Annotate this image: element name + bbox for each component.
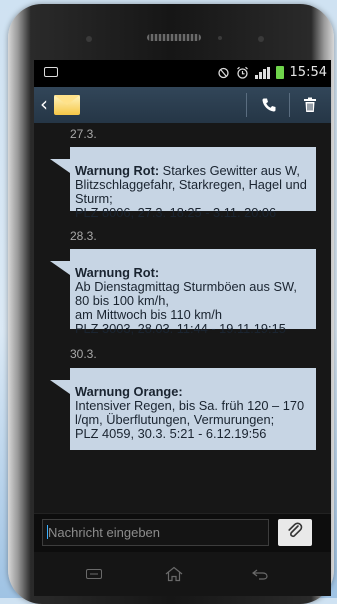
- paperclip-icon: [286, 521, 304, 544]
- composer-bar: Nachricht eingeben: [34, 513, 331, 552]
- proximity-sensor: [218, 36, 222, 40]
- date-separator: 30.3.: [70, 347, 97, 361]
- image-notification-icon: [44, 67, 58, 77]
- light-sensor: [258, 36, 264, 42]
- message-title: Warnung Rot:: [75, 163, 160, 178]
- message-title: Warnung Rot:: [75, 265, 160, 280]
- earpiece-speaker: [147, 34, 201, 41]
- message-input[interactable]: Nachricht eingeben: [42, 519, 269, 546]
- chevron-left-icon[interactable]: ‹: [40, 93, 48, 115]
- front-camera-icon: [86, 36, 92, 42]
- message-input-placeholder: Nachricht eingeben: [48, 525, 161, 540]
- signal-icon: [254, 66, 270, 79]
- divider: [289, 93, 290, 117]
- message-list[interactable]: 27.3. Warnung Rot: Starkes Gewitter aus …: [34, 123, 331, 513]
- status-icons: 15:54: [217, 65, 327, 80]
- envelope-icon[interactable]: [54, 95, 80, 115]
- nfc-icon: [217, 66, 230, 79]
- status-bar: 15:54: [34, 60, 331, 87]
- back-icon[interactable]: [248, 564, 272, 584]
- date-separator: 28.3.: [70, 229, 97, 243]
- alarm-icon: [236, 66, 249, 79]
- phone-top-bezel: [8, 4, 334, 60]
- trash-icon[interactable]: [295, 93, 325, 117]
- battery-icon: [275, 66, 284, 79]
- date-separator: 27.3.: [70, 127, 97, 141]
- message-bubble[interactable]: Warnung Orange: Intensiver Regen, bis Sa…: [50, 368, 316, 450]
- message-bubble[interactable]: Warnung Rot: Ab Dienstagmittag Sturmböen…: [50, 249, 316, 334]
- divider: [246, 93, 247, 117]
- message-title: Warnung Orange:: [75, 384, 183, 399]
- action-bar: ‹: [34, 87, 331, 123]
- message-bubble[interactable]: Warnung Rot: Starkes Gewitter aus W, Bli…: [50, 147, 316, 220]
- home-icon[interactable]: [162, 564, 186, 584]
- attach-button[interactable]: [278, 519, 312, 546]
- navigation-bar: [34, 552, 331, 596]
- status-time: 15:54: [289, 65, 327, 80]
- message-body: Ab Dienstagmittag Sturmböen aus SW, 80 b…: [75, 279, 297, 336]
- screen: 15:54 ‹ 27.3. Warnung Rot: Starkes Gewit…: [34, 60, 331, 552]
- menu-icon[interactable]: [82, 564, 106, 584]
- phone-icon[interactable]: [254, 93, 284, 117]
- message-body: Intensiver Regen, bis Sa. früh 120 – 170…: [75, 398, 305, 441]
